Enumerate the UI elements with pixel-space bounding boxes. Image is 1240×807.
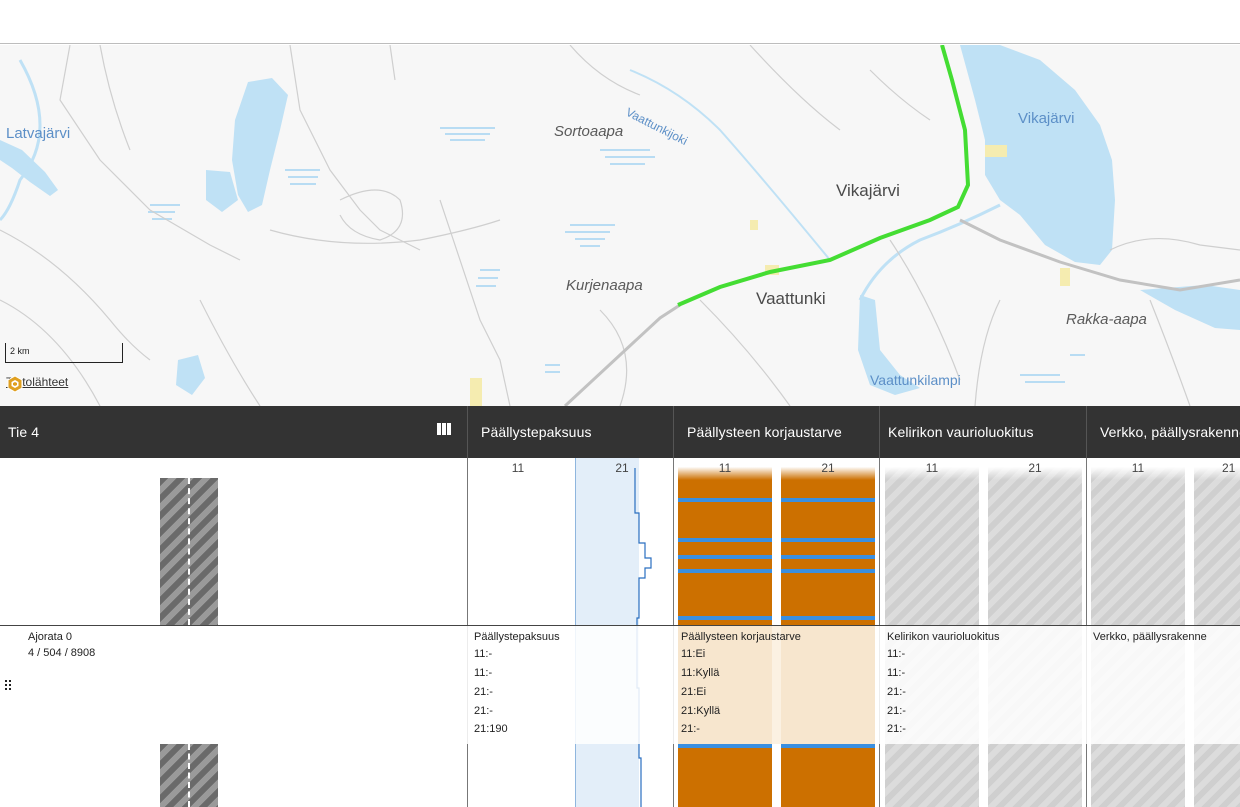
- popup-row: 11:-: [474, 667, 493, 679]
- column-title: Verkko, päällysrakenne: [1100, 424, 1240, 440]
- column-header-repair[interactable]: Päällysteen korjaustarve: [674, 406, 880, 458]
- highlighted-route[interactable]: [677, 45, 971, 307]
- column-header-road[interactable]: Tie 4: [0, 406, 468, 458]
- column-header-thickness[interactable]: Päällystepaksuus: [468, 406, 674, 458]
- map-view[interactable]: Latvajärvi Sortoaapa Vaattunkijoki Vikaj…: [0, 45, 1240, 406]
- repair-marker: [781, 616, 875, 620]
- map-canvas[interactable]: [0, 45, 1240, 406]
- column-title: Päällysteen korjaustarve: [687, 424, 842, 440]
- place-label: Kurjenaapa: [566, 277, 643, 294]
- lane-label: 21: [1028, 461, 1042, 475]
- popup-repair-title: Päällysteen korjaustarve: [681, 631, 801, 643]
- column-title: Kelirikon vaurioluokitus: [888, 424, 1034, 440]
- popup-row: 21:Kyllä: [681, 705, 721, 717]
- repair-marker: [678, 498, 772, 502]
- repair-marker: [678, 569, 772, 573]
- popup-row: 21:-: [887, 686, 906, 698]
- popup-row: 21:-: [681, 723, 700, 735]
- popup-row: 11:Kyllä: [681, 667, 720, 679]
- popup-row: 11:-: [887, 667, 906, 679]
- popup-network-title: Verkko, päällysrakenne: [1093, 631, 1207, 643]
- place-label: Rakka-aapa: [1066, 311, 1147, 328]
- popup-road-address: 4 / 504 / 8908: [28, 647, 96, 659]
- lane-label: 21: [615, 461, 629, 475]
- column-header-frost[interactable]: Kelirikon vaurioluokitus: [880, 406, 1087, 458]
- info-popup: Ajorata 0 4 / 504 / 8908 Päällystepaksuu…: [0, 626, 1240, 744]
- column-title: Tie 4: [8, 424, 40, 440]
- popup-row: 21:-: [887, 705, 906, 717]
- repair-marker: [781, 498, 875, 502]
- place-label: Latvajärvi: [6, 125, 71, 142]
- place-label: Sortoaapa: [554, 123, 624, 140]
- place-label: Vaattunki: [756, 289, 826, 308]
- app-root: Latvajärvi Sortoaapa Vaattunkijoki Vikaj…: [0, 0, 1240, 807]
- data-sources-link[interactable]: Tietolähteet: [6, 375, 68, 393]
- lane-label: 11: [511, 461, 525, 475]
- popup-road-title: Ajorata 0: [28, 631, 73, 643]
- popup-row: 11:-: [887, 648, 906, 660]
- lane-label: 21: [1222, 461, 1236, 475]
- repair-marker: [781, 569, 875, 573]
- place-label: Vaattunkilampi: [870, 372, 961, 388]
- popup-row: 21:Ei: [681, 686, 707, 698]
- lane-label: 21: [821, 461, 835, 475]
- scale-label: 2 km: [10, 346, 30, 356]
- repair-marker: [781, 538, 875, 542]
- popup-row: 21:190: [474, 723, 508, 735]
- repair-tint: [678, 626, 875, 744]
- popup-frost-title: Kelirikon vaurioluokitus: [887, 631, 1000, 643]
- repair-marker: [781, 744, 875, 748]
- repair-marker: [678, 538, 772, 542]
- drag-handle-icon[interactable]: [5, 680, 13, 690]
- table-body[interactable]: 11 21 11 21 11 21 11 21 Ajorata 0 4 / 50…: [0, 458, 1240, 807]
- table-header: Tie 4 Päällystepaksuus Päällysteen korja…: [0, 406, 1240, 458]
- top-bar: [0, 0, 1240, 44]
- popup-row: 11:-: [474, 648, 493, 660]
- lane-label: 11: [1131, 461, 1145, 475]
- popup-thickness-title: Päällystepaksuus: [474, 631, 560, 643]
- scale-bar: 2 km: [5, 343, 123, 363]
- repair-marker: [678, 555, 772, 559]
- popup-row: 11:Ei: [681, 648, 706, 660]
- column-header-network[interactable]: Verkko, päällysrakenne: [1087, 406, 1240, 458]
- repair-marker: [678, 616, 772, 620]
- columns-icon[interactable]: [437, 423, 451, 435]
- lane-label: 11: [718, 461, 732, 475]
- popup-row: 21:-: [887, 723, 906, 735]
- popup-row: 21:-: [474, 705, 493, 717]
- road-strip[interactable]: [160, 744, 218, 807]
- sources-logo-icon: [7, 375, 23, 393]
- repair-marker: [678, 744, 772, 748]
- column-title: Päällystepaksuus: [481, 424, 592, 440]
- repair-marker: [781, 555, 875, 559]
- road-strip[interactable]: [160, 478, 218, 625]
- place-label: Vikajärvi: [836, 181, 900, 200]
- lane-label: 11: [925, 461, 939, 475]
- popup-row: 21:-: [474, 686, 493, 698]
- place-label: Vikajärvi: [1018, 110, 1075, 127]
